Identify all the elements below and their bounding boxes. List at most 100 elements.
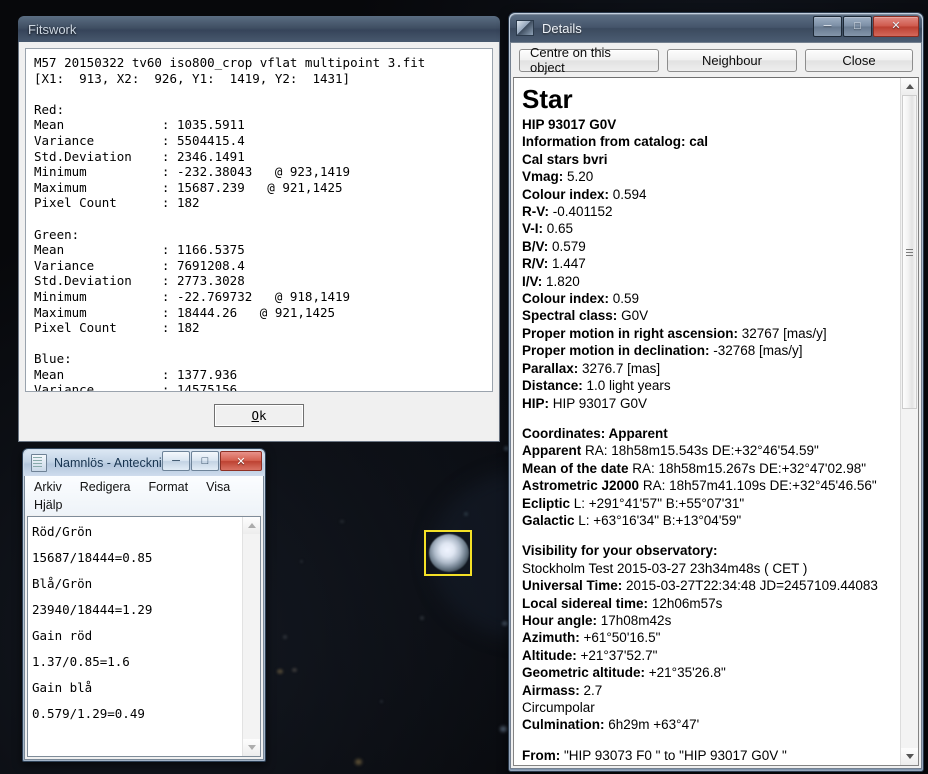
- notepad-frame: Namnlös - Antecknin... ─ □ ✕ Arkiv Redig…: [22, 448, 266, 762]
- notepad-close-button[interactable]: ✕: [220, 451, 262, 471]
- notepad-maximize-button[interactable]: □: [191, 451, 219, 471]
- fitswork-title: Fitswork: [28, 21, 77, 37]
- details-line-label: Geometric altitude:: [522, 665, 646, 681]
- details-line-label: HIP 93017 G0V: [522, 117, 617, 132]
- details-line: Vmag: 5.20: [522, 168, 894, 185]
- details-line: Mean of the date RA: 18h58m15.267s DE:+3…: [522, 460, 894, 477]
- details-line-value: G0V: [617, 308, 649, 324]
- details-line-label: Azimuth:: [522, 630, 580, 646]
- details-line-label: Colour index:: [522, 291, 609, 307]
- menu-item-format[interactable]: Format: [140, 478, 198, 496]
- details-line-value: RA: 18h57m41.109s DE:+32°45'46.56": [639, 478, 877, 494]
- details-line-value: 1.447: [548, 256, 586, 272]
- details-line-value: Stockholm Test 2015-03-27 23h34m48s ( CE…: [522, 560, 808, 576]
- details-line-label: R-V:: [522, 204, 549, 220]
- notepad-window[interactable]: Namnlös - Antecknin... ─ □ ✕ Arkiv Redig…: [22, 448, 266, 762]
- details-line-value: +21°37'52.7": [576, 647, 658, 663]
- details-line-label: Colour index:: [522, 186, 609, 202]
- details-window-controls: ─ □ ✕: [813, 16, 919, 37]
- menu-item-hjalp[interactable]: Hjälp: [25, 496, 72, 514]
- details-line-gap: [522, 412, 894, 425]
- details-line: Cal stars bvri: [522, 151, 894, 168]
- details-line-label: Information from catalog: cal: [522, 134, 709, 150]
- menu-item-visa[interactable]: Visa: [197, 478, 239, 496]
- maximize-button[interactable]: □: [843, 16, 872, 37]
- details-line: Universal Time: 2015-03-27T22:34:48 JD=2…: [522, 577, 894, 594]
- details-scroll-thumb[interactable]: [902, 95, 917, 409]
- details-line-label: Apparent: [522, 443, 582, 459]
- scroll-down-arrow-icon[interactable]: [243, 739, 260, 756]
- notepad-scroll-track[interactable]: [243, 534, 260, 739]
- minimize-button[interactable]: ─: [813, 16, 842, 37]
- details-line-value: 0.579: [548, 238, 586, 254]
- details-line: Ecliptic L: +291°41'57" B:+55°07'31": [522, 495, 894, 512]
- scroll-up-arrow-icon[interactable]: [243, 517, 260, 534]
- scroll-down-arrow-icon[interactable]: [901, 748, 918, 765]
- star-point: [420, 616, 424, 620]
- details-line-value: -0.401152: [549, 204, 613, 220]
- details-line-value: +61°50'16.5": [579, 630, 661, 646]
- details-line: Hour angle: 17h08m42s: [522, 612, 894, 629]
- star-point: [380, 700, 383, 703]
- details-document: Star HIP 93017 G0V Information from catal…: [514, 78, 900, 765]
- details-line-list: HIP 93017 G0V Information from catalog: c…: [522, 116, 894, 765]
- details-line-label: Visibility for your observatory:: [522, 543, 718, 559]
- details-line-value: Circumpolar: [522, 700, 595, 715]
- details-line: Information from catalog: cal: [522, 133, 894, 150]
- details-line-value: RA: 18h58m15.267s DE:+32°47'02.98": [628, 460, 867, 476]
- details-line: Culmination: 6h29m +63°47': [522, 716, 894, 733]
- details-window[interactable]: Details ─ □ ✕ Centre on this object Neig…: [508, 12, 924, 772]
- details-line-label: Airmass:: [522, 682, 580, 698]
- details-line-label: Ecliptic: [522, 495, 571, 511]
- scroll-up-arrow-icon[interactable]: [901, 78, 918, 95]
- close-button[interactable]: ✕: [873, 16, 919, 37]
- close-icon: ✕: [891, 20, 901, 32]
- details-line: Galactic L: +63°16'34" B:+13°04'59": [522, 512, 894, 529]
- details-title-bar[interactable]: Details ─ □ ✕: [510, 14, 922, 42]
- details-line: R-V: -0.401152: [522, 203, 894, 220]
- star-point: [277, 669, 283, 674]
- details-line: HIP: HIP 93017 G0V: [522, 395, 894, 412]
- details-line-label: Distance:: [522, 378, 583, 394]
- details-line-value: 0.594: [609, 186, 647, 202]
- details-scroll-track[interactable]: [901, 95, 918, 748]
- fitswork-window[interactable]: Fitswork M57 20150322 tv60 iso800_crop v…: [18, 16, 500, 444]
- details-line-label: Cal stars bvri: [522, 151, 608, 167]
- notepad-title-bar[interactable]: Namnlös - Antecknin... ─ □ ✕: [24, 450, 264, 476]
- maximize-icon: □: [201, 455, 209, 467]
- star-selection-box[interactable]: [424, 530, 472, 576]
- details-line-value: 1.0 light years: [582, 378, 671, 394]
- details-line-value: 6h29m +63°47': [604, 717, 700, 733]
- details-line-value: HIP 93017 G0V: [549, 395, 648, 411]
- menu-item-arkiv[interactable]: Arkiv: [25, 478, 71, 496]
- notepad-text-wrap: Röd/Grön 15687/18444=0.85 Blå/Grön 23940…: [27, 516, 261, 757]
- star-point: [484, 676, 488, 680]
- details-line-value: "HIP 93073 F0 " to "HIP 93017 G0V ": [560, 747, 787, 763]
- details-line: Colour index: 0.594: [522, 186, 894, 203]
- notepad-scrollbar[interactable]: [242, 517, 260, 756]
- close-details-button[interactable]: Close: [805, 48, 913, 72]
- details-line-label: R/V:: [522, 256, 549, 272]
- details-line: Parallax: 3276.7 [mas]: [522, 360, 894, 377]
- menu-item-redigera[interactable]: Redigera: [71, 478, 140, 496]
- neighbour-button[interactable]: Neighbour: [667, 48, 797, 72]
- fitswork-statistics-report: M57 20150322 tv60 iso800_crop vflat mult…: [25, 48, 493, 392]
- ok-button[interactable]: Ok: [214, 403, 304, 427]
- details-line: Proper motion in right ascension: 32767 …: [522, 325, 894, 342]
- centre-on-object-button[interactable]: Centre on this object: [519, 45, 659, 75]
- details-line-label: Culmination:: [522, 717, 605, 733]
- details-line: Visibility for your observatory:: [522, 542, 894, 559]
- notepad-icon: [31, 454, 47, 472]
- details-line-label: Hour angle:: [522, 612, 598, 628]
- details-line-label: Spectral class:: [522, 308, 618, 324]
- notepad-minimize-button[interactable]: ─: [162, 451, 190, 471]
- fitswork-title-bar[interactable]: Fitswork: [18, 16, 500, 42]
- close-icon: ✕: [236, 455, 246, 468]
- details-line-value: 2.7: [579, 682, 603, 698]
- details-line-label: Local sidereal time:: [522, 595, 649, 611]
- fitswork-body: M57 20150322 tv60 iso800_crop vflat mult…: [18, 42, 500, 442]
- details-scrollbar[interactable]: [900, 78, 918, 765]
- details-line: R/V: 1.447: [522, 255, 894, 272]
- notepad-text-area[interactable]: Röd/Grön 15687/18444=0.85 Blå/Grön 23940…: [28, 517, 242, 756]
- notepad-window-controls: ─ □ ✕: [162, 451, 262, 471]
